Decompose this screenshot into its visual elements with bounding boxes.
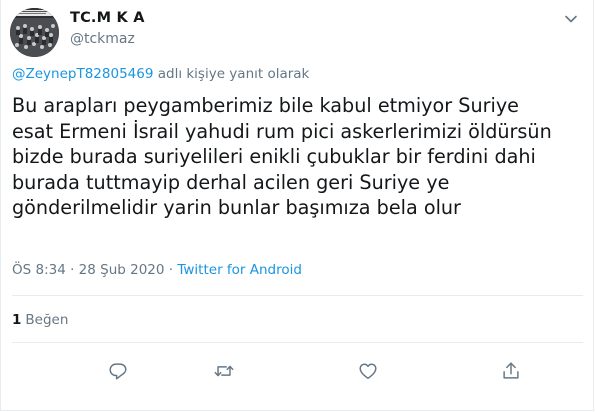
tweet-text-line: bizde burada suriyelileri enikli çubukla…	[12, 145, 536, 168]
tweet-timestamp[interactable]: ÖS 8:34 · 28 Şub 2020 ·	[12, 262, 177, 278]
reply-context-text: adlı kişiye yanıt olarak	[153, 66, 310, 82]
reply-mention-link[interactable]: @ZeynepT82805469	[12, 66, 153, 82]
like-label: Beğen	[25, 312, 69, 328]
reply-context: @ZeynepT82805469 adlı kişiye yanıt olara…	[12, 66, 309, 82]
tweet-text-line: burada tuttmayip derhal acilen geri Suri…	[12, 170, 450, 194]
tweet-text-line: esat Ermeni İsrail yahudi rum pici asker…	[12, 119, 552, 143]
retweet-icon[interactable]	[211, 358, 237, 384]
tweet-text: Bu arapları peygamberimiz bile kabul etm…	[12, 93, 582, 221]
share-icon[interactable]	[498, 358, 524, 384]
heart-icon[interactable]	[355, 358, 381, 384]
avatar-image	[10, 8, 59, 57]
tweet-source-link[interactable]: Twitter for Android	[177, 262, 302, 278]
avatar[interactable]	[10, 8, 59, 57]
display-name[interactable]: TC.M K A	[70, 10, 145, 26]
divider	[12, 342, 583, 343]
like-stats[interactable]: 1 Beğen	[12, 312, 68, 328]
user-handle[interactable]: @tckmaz	[70, 31, 135, 47]
divider	[12, 295, 583, 296]
like-count: 1	[12, 312, 22, 328]
chevron-down-icon[interactable]	[562, 10, 580, 28]
reply-icon[interactable]	[105, 358, 131, 384]
tweet-text-line: gönderilmelidir yarin bunlar başımıza be…	[12, 196, 461, 219]
tweet-metadata: ÖS 8:34 · 28 Şub 2020 · Twitter for Andr…	[12, 262, 302, 278]
tweet-text-line: Bu arapları peygamberimiz bile kabul etm…	[12, 94, 519, 117]
